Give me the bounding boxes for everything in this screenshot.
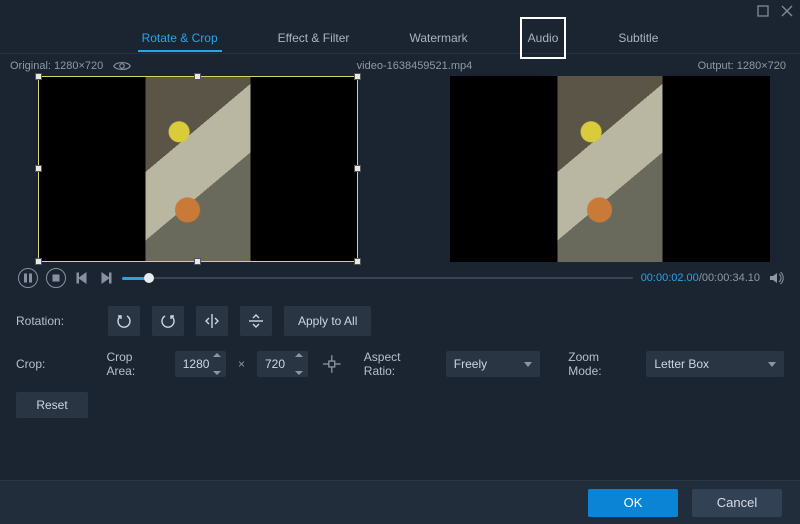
filename: video-1638459521.mp4 xyxy=(357,60,473,72)
aspect-ratio-label: Aspect Ratio: xyxy=(364,350,434,378)
maximize-button[interactable] xyxy=(756,4,770,18)
crop-handle-ne[interactable] xyxy=(354,73,361,80)
multiply-symbol: × xyxy=(238,357,245,371)
info-row: Original: 1280×720 video-1638459521.mp4 … xyxy=(0,54,800,76)
rotate-right-button[interactable] xyxy=(152,306,184,336)
timeline-track xyxy=(122,277,633,279)
crop-handle-s[interactable] xyxy=(194,258,201,265)
rotation-row: Rotation: Apply to All xyxy=(16,306,784,336)
zoom-mode-value: Letter Box xyxy=(654,357,709,371)
crop-row: Crop: Crop Area: 1280 × 720 Aspect Ratio… xyxy=(16,350,784,378)
crop-width-value: 1280 xyxy=(183,357,210,371)
play-pause-button[interactable] xyxy=(18,268,38,288)
flip-vertical-icon xyxy=(248,313,264,329)
reset-button[interactable]: Reset xyxy=(16,392,88,418)
stop-button[interactable] xyxy=(46,268,66,288)
apply-to-all-button[interactable]: Apply to All xyxy=(284,306,371,336)
tab-subtitle[interactable]: Subtitle xyxy=(618,25,658,51)
rotation-label: Rotation: xyxy=(16,314,96,328)
time-display: 00:00:02.00/00:00:34.10 xyxy=(641,272,760,284)
crop-rectangle[interactable] xyxy=(38,76,358,262)
duration: 00:00:34.10 xyxy=(702,272,760,284)
crop-handle-e[interactable] xyxy=(354,165,361,172)
flip-horizontal-button[interactable] xyxy=(196,306,228,336)
flip-vertical-button[interactable] xyxy=(240,306,272,336)
aspect-ratio-value: Freely xyxy=(454,357,487,371)
center-crop-icon[interactable] xyxy=(320,352,344,376)
skip-forward-icon xyxy=(100,272,112,284)
rotate-left-icon xyxy=(116,313,132,329)
chevron-down-icon xyxy=(524,362,532,367)
crop-height-spinner[interactable] xyxy=(295,353,305,375)
crop-handle-w[interactable] xyxy=(35,165,42,172)
tab-rotate-crop[interactable]: Rotate & Crop xyxy=(142,25,218,51)
crop-handle-n[interactable] xyxy=(194,73,201,80)
rotate-right-icon xyxy=(160,313,176,329)
close-icon xyxy=(780,4,794,18)
skip-back-icon xyxy=(76,272,88,284)
crop-height-value: 720 xyxy=(265,357,285,371)
rotate-left-button[interactable] xyxy=(108,306,140,336)
titlebar xyxy=(0,0,800,22)
editor-window: { "window": { "maximize_title": "Maximiz… xyxy=(0,0,800,524)
output-video-frame xyxy=(558,76,663,262)
preview-toggle-icon[interactable] xyxy=(113,60,131,72)
aspect-ratio-select[interactable]: Freely xyxy=(446,351,540,377)
footer: OK Cancel xyxy=(0,480,800,524)
tab-audio[interactable]: Audio xyxy=(528,25,559,51)
crop-label: Crop: xyxy=(16,357,94,371)
chevron-down-icon xyxy=(768,362,776,367)
current-time: 00:00:02.00 xyxy=(641,272,699,284)
original-dimensions: Original: 1280×720 xyxy=(10,60,103,72)
timeline[interactable] xyxy=(122,271,633,285)
prev-frame-button[interactable] xyxy=(74,270,90,286)
crop-width-input[interactable]: 1280 xyxy=(175,351,226,377)
source-preview[interactable] xyxy=(38,76,358,262)
zoom-mode-label: Zoom Mode: xyxy=(568,350,634,378)
output-dimensions: Output: 1280×720 xyxy=(698,60,786,72)
close-button[interactable] xyxy=(780,4,794,18)
next-frame-button[interactable] xyxy=(98,270,114,286)
crop-area-label: Crop Area: xyxy=(106,350,162,378)
ok-button[interactable]: OK xyxy=(588,489,678,517)
timeline-thumb[interactable] xyxy=(144,273,154,283)
pause-icon xyxy=(23,273,33,283)
tab-effect-filter[interactable]: Effect & Filter xyxy=(278,25,350,51)
crop-handle-se[interactable] xyxy=(354,258,361,265)
crop-handle-nw[interactable] xyxy=(35,73,42,80)
cancel-button[interactable]: Cancel xyxy=(692,489,782,517)
player-bar: 00:00:02.00/00:00:34.10 xyxy=(0,262,800,296)
volume-icon[interactable] xyxy=(768,270,784,286)
crop-handle-sw[interactable] xyxy=(35,258,42,265)
preview-area xyxy=(0,76,800,262)
tab-watermark[interactable]: Watermark xyxy=(409,25,467,51)
maximize-icon xyxy=(756,4,770,18)
crop-height-input[interactable]: 720 xyxy=(257,351,308,377)
stop-icon xyxy=(51,273,61,283)
flip-horizontal-icon xyxy=(204,313,220,329)
crop-width-spinner[interactable] xyxy=(213,353,223,375)
controls-panel: Rotation: Apply to All Crop: Crop Area: … xyxy=(0,296,800,418)
output-preview xyxy=(450,76,770,262)
zoom-mode-select[interactable]: Letter Box xyxy=(646,351,784,377)
tab-bar: Rotate & Crop Effect & Filter Watermark … xyxy=(0,22,800,54)
